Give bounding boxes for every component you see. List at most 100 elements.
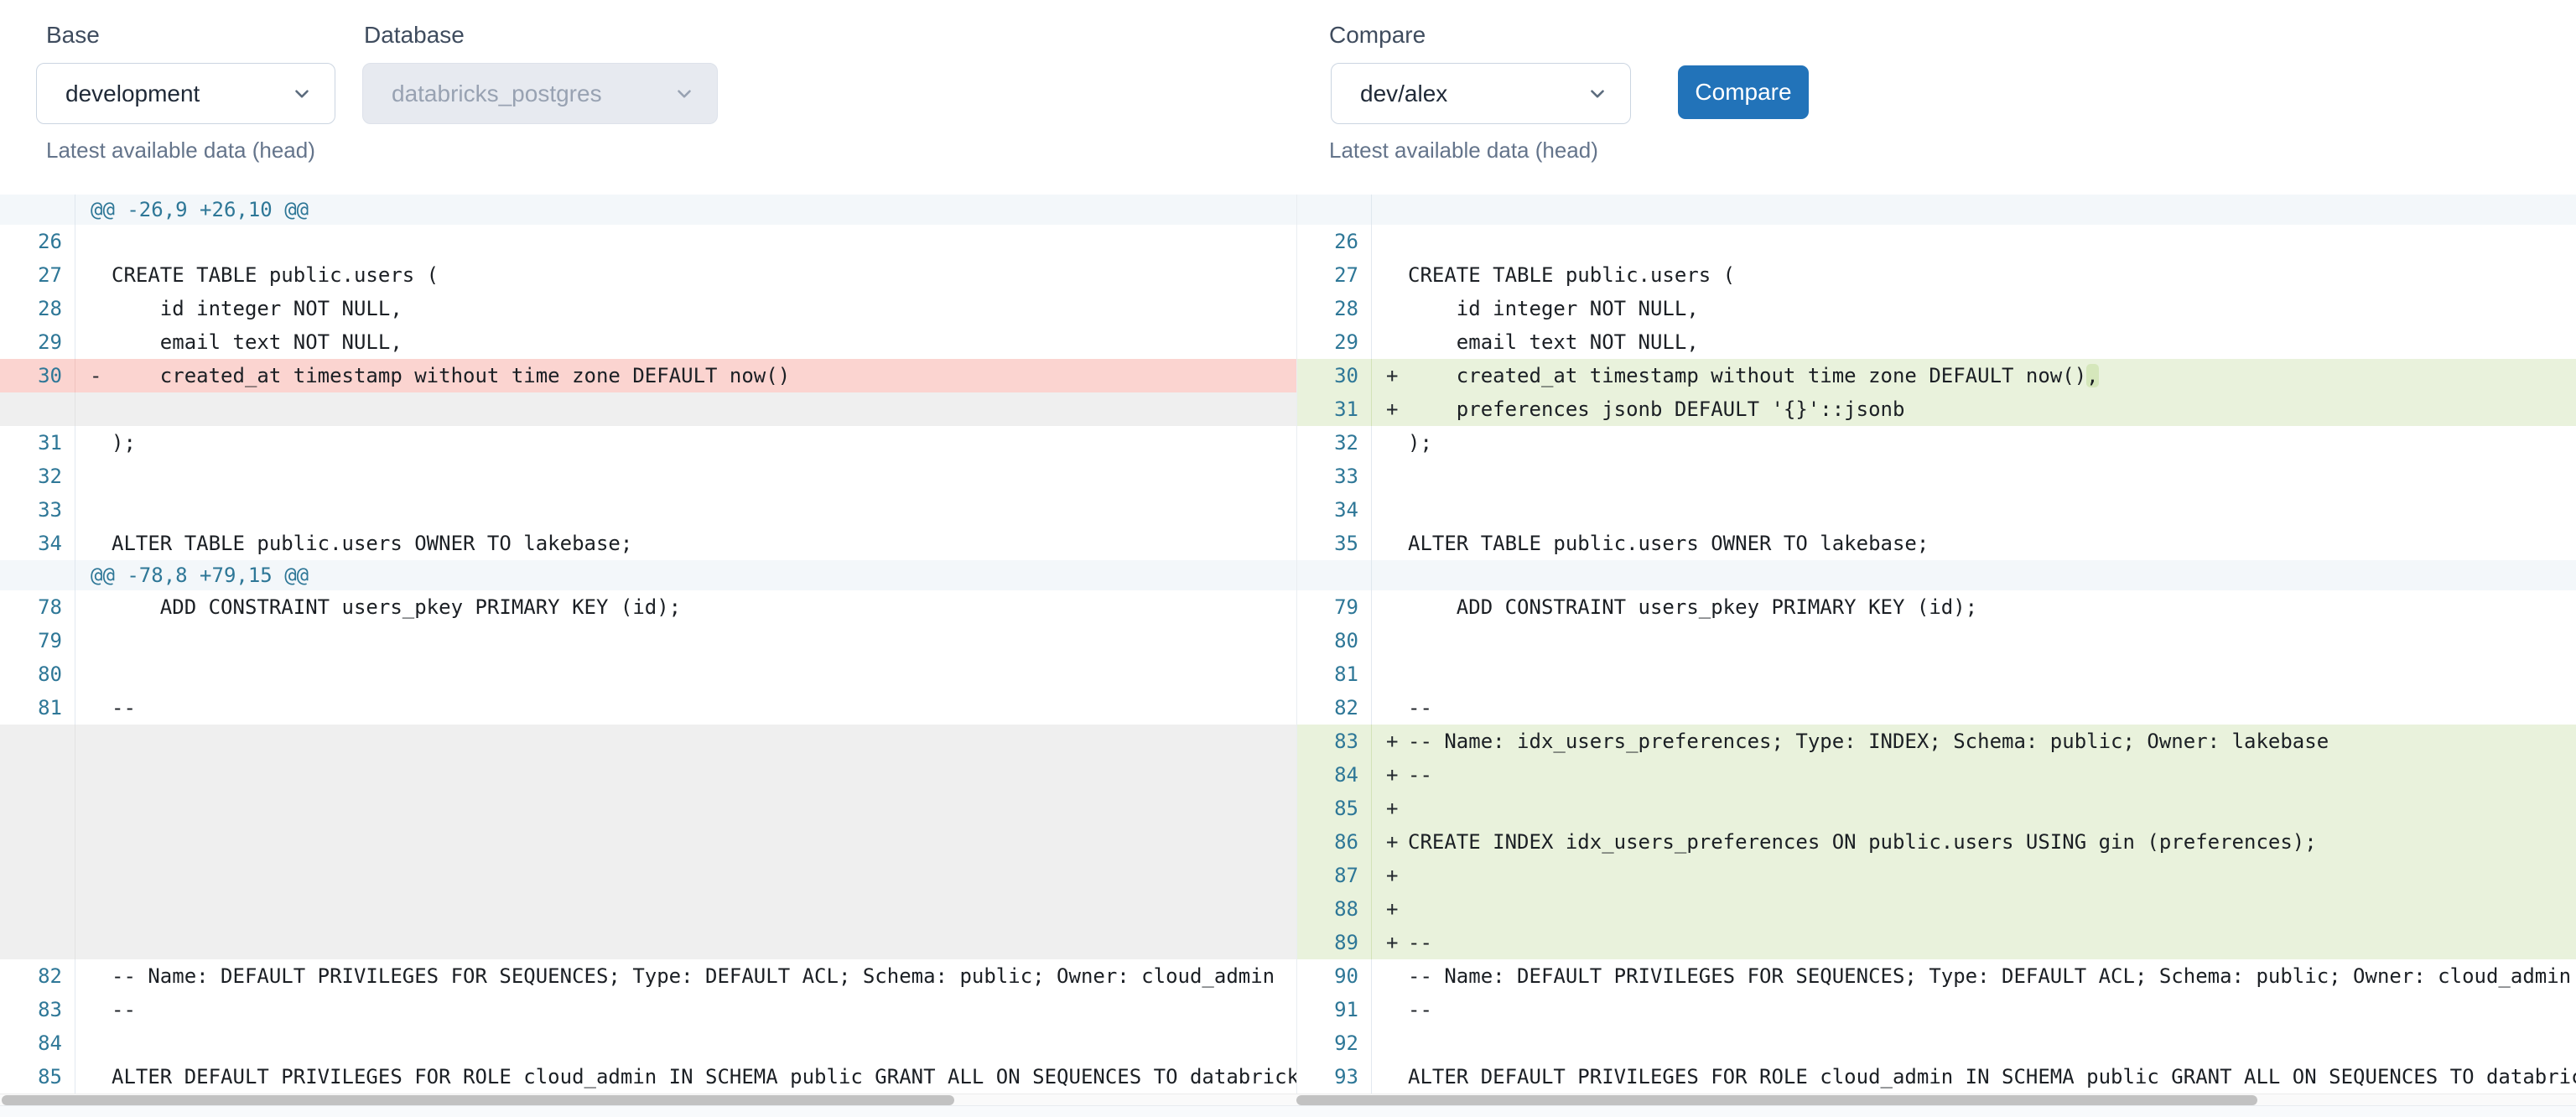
line-number: 84 <box>0 1026 75 1060</box>
diff-marker: + <box>1372 892 1408 926</box>
diff-marker <box>75 1026 112 1060</box>
code-text <box>1408 1026 2576 1060</box>
code-text: -- <box>112 993 1296 1026</box>
code-text: created_at timestamp without time zone D… <box>1408 359 2576 392</box>
line-number: 33 <box>1297 460 1372 493</box>
code-text: -- Name: DEFAULT PRIVILEGES FOR SEQUENCE… <box>1408 959 2576 993</box>
diff-marker <box>1372 590 1408 624</box>
diff-marker <box>1372 426 1408 460</box>
base-select-value: development <box>65 81 200 107</box>
line-number: 32 <box>0 460 75 493</box>
code-line-row: 32); <box>1297 426 2576 460</box>
code-line-row: 81-- <box>0 691 1296 725</box>
diff-marker <box>75 225 112 258</box>
code-line-row: 29 email text NOT NULL, <box>0 325 1296 359</box>
line-number: 83 <box>1297 725 1372 758</box>
line-number: 80 <box>0 657 75 691</box>
line-number: 26 <box>0 225 75 258</box>
base-label: Base <box>46 22 100 49</box>
diff-marker <box>1372 657 1408 691</box>
chevron-down-icon <box>673 83 695 105</box>
diff-marker: + <box>1372 825 1408 859</box>
code-text: ALTER DEFAULT PRIVILEGES FOR ROLE cloud_… <box>1408 1060 2576 1094</box>
diff-marker <box>75 292 112 325</box>
code-line-row: 26 <box>1297 225 2576 258</box>
code-line-row: 29 email text NOT NULL, <box>1297 325 2576 359</box>
base-select[interactable]: development <box>36 63 335 124</box>
code-line-row: 28 id integer NOT NULL, <box>0 292 1296 325</box>
diff-marker: + <box>1372 758 1408 792</box>
diff-marker <box>75 325 112 359</box>
diff-marker <box>1372 691 1408 725</box>
code-line-row: 85ALTER DEFAULT PRIVILEGES FOR ROLE clou… <box>0 1060 1296 1094</box>
line-number: 78 <box>0 590 75 624</box>
line-number <box>1297 195 1372 225</box>
code-line-row: 34 <box>1297 493 2576 527</box>
code-text: -- <box>1408 691 2576 725</box>
code-line-row: 84 <box>0 1026 1296 1060</box>
line-number: 80 <box>1297 624 1372 657</box>
hunk-header-text <box>1372 560 2576 590</box>
code-line-row: 27CREATE TABLE public.users ( <box>1297 258 2576 292</box>
diff-marker <box>1372 527 1408 560</box>
code-text <box>112 657 1296 691</box>
hunk-header-row <box>1297 560 2576 590</box>
code-text <box>112 460 1296 493</box>
diff-marker <box>75 892 112 926</box>
diff-marker <box>75 825 112 859</box>
line-number: 26 <box>1297 225 1372 258</box>
code-text <box>112 758 1296 792</box>
diff-marker: - <box>75 359 112 392</box>
page-hscrollbar[interactable] <box>0 1105 2576 1117</box>
code-text: CREATE TABLE public.users ( <box>112 258 1296 292</box>
line-number <box>1297 560 1372 590</box>
diff-marker <box>1372 225 1408 258</box>
diff-marker <box>75 959 112 993</box>
line-number: 82 <box>0 959 75 993</box>
diff-marker <box>1372 624 1408 657</box>
line-number: 29 <box>0 325 75 359</box>
diff-marker <box>75 624 112 657</box>
line-number: 91 <box>1297 993 1372 1026</box>
base-pane-hscrollbar-thumb[interactable] <box>2 1095 954 1105</box>
compare-label: Compare <box>1329 22 1426 49</box>
diff-marker <box>75 493 112 527</box>
line-number: 92 <box>1297 1026 1372 1060</box>
code-text <box>1408 493 2576 527</box>
code-text <box>112 725 1296 758</box>
compare-pane-hscrollbar-thumb[interactable] <box>1296 1095 2257 1105</box>
filler-row <box>0 392 1296 426</box>
code-text <box>1408 624 2576 657</box>
base-pane-hscrollbar[interactable] <box>0 1094 1296 1105</box>
compare-select[interactable]: dev/alex <box>1331 63 1631 124</box>
code-text: CREATE INDEX idx_users_preferences ON pu… <box>1408 825 2576 859</box>
compare-pane-hscrollbar[interactable] <box>1296 1094 2576 1105</box>
diff-marker <box>1372 325 1408 359</box>
code-text <box>1408 792 2576 825</box>
added-line-row: 30+ created_at timestamp without time zo… <box>1297 359 2576 392</box>
added-line-row: 31+ preferences jsonb DEFAULT '{}'::json… <box>1297 392 2576 426</box>
filler-row <box>0 859 1296 892</box>
line-number: 31 <box>0 426 75 460</box>
code-text <box>112 624 1296 657</box>
line-number <box>0 725 75 758</box>
line-number: 30 <box>0 359 75 392</box>
compare-button[interactable]: Compare <box>1678 65 1809 119</box>
line-number <box>0 195 75 225</box>
added-line-row: 83+-- Name: idx_users_preferences; Type:… <box>1297 725 2576 758</box>
database-label: Database <box>364 22 465 49</box>
diff-marker: + <box>1372 392 1408 426</box>
code-text <box>1408 460 2576 493</box>
code-text <box>1408 892 2576 926</box>
chevron-down-icon <box>1587 83 1608 105</box>
database-select: databricks_postgres <box>362 63 718 124</box>
code-text: -- <box>1408 926 2576 959</box>
line-number: 88 <box>1297 892 1372 926</box>
code-text: CREATE TABLE public.users ( <box>1408 258 2576 292</box>
code-line-row: 26 <box>0 225 1296 258</box>
diff-marker <box>75 725 112 758</box>
diff-marker <box>75 1060 112 1094</box>
code-line-row: 80 <box>0 657 1296 691</box>
added-line-row: 84+-- <box>1297 758 2576 792</box>
line-number: 82 <box>1297 691 1372 725</box>
